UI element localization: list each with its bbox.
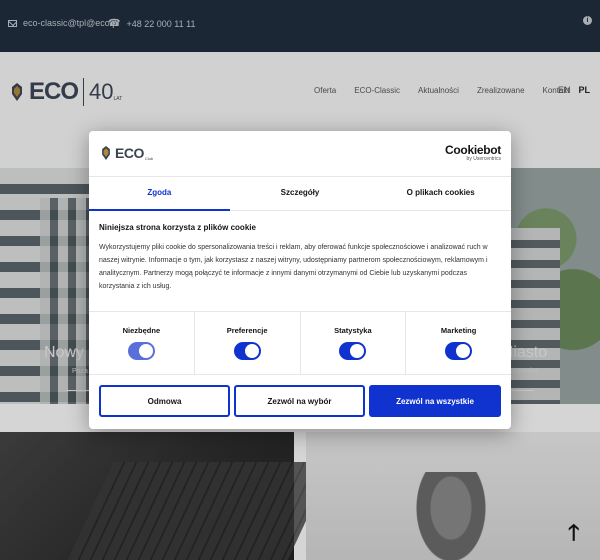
cookie-dialog-logo: ECO Club xyxy=(99,145,153,161)
cookie-consent-dialog: ECO Club Cookiebot by Usercentrics Zgoda… xyxy=(89,131,511,429)
allow-all-button[interactable]: Zezwól na wszystkie xyxy=(369,385,501,417)
cookie-category-toggles: Niezbędne Preferencje Statystyka Marketi… xyxy=(89,311,511,375)
cookie-dialog-header: ECO Club Cookiebot by Usercentrics xyxy=(89,131,511,177)
toggle-label-niezbedne: Niezbędne xyxy=(122,326,161,335)
cookiebot-brand: Cookiebot xyxy=(445,143,501,157)
toggle-niezbedne xyxy=(127,342,155,360)
toggle-group-marketing: Marketing xyxy=(406,312,511,374)
toggle-statystyka[interactable] xyxy=(339,342,367,360)
toggle-group-niezbedne: Niezbędne xyxy=(89,312,195,374)
crest-icon xyxy=(102,146,110,160)
cookie-dialog-logo-subtext: Club xyxy=(144,156,154,161)
cookie-dialog-tabs: Zgoda Szczegóły O plikach cookies xyxy=(89,177,511,211)
cookie-dialog-description: Wykorzystujemy pliki cookie do spersonal… xyxy=(99,244,488,290)
tab-o-plikach-cookies[interactable]: O plikach cookies xyxy=(370,177,511,210)
cookie-dialog-logo-text: ECO xyxy=(115,145,144,161)
tab-szczegoly[interactable]: Szczegóły xyxy=(230,177,371,210)
toggle-group-preferencje: Preferencje xyxy=(195,312,301,374)
tab-zgoda[interactable]: Zgoda xyxy=(89,177,230,211)
cookie-dialog-body: Niniejsza strona korzysta z plików cooki… xyxy=(89,211,511,311)
allow-selection-button[interactable]: Zezwól na wybór xyxy=(234,385,365,417)
toggle-label-preferencje: Preferencje xyxy=(226,326,268,335)
deny-button[interactable]: Odmowa xyxy=(99,385,230,417)
cookie-dialog-actions: Odmowa Zezwól na wybór Zezwól na wszystk… xyxy=(89,375,511,427)
cookie-dialog-heading: Niniejsza strona korzysta z plików cooki… xyxy=(99,223,256,232)
cookiebot-logo[interactable]: Cookiebot by Usercentrics xyxy=(445,143,501,162)
toggle-label-statystyka: Statystyka xyxy=(334,326,372,335)
toggle-group-statystyka: Statystyka xyxy=(301,312,407,374)
toggle-marketing[interactable] xyxy=(445,342,473,360)
toggle-label-marketing: Marketing xyxy=(440,326,477,335)
toggle-preferencje[interactable] xyxy=(233,342,261,360)
